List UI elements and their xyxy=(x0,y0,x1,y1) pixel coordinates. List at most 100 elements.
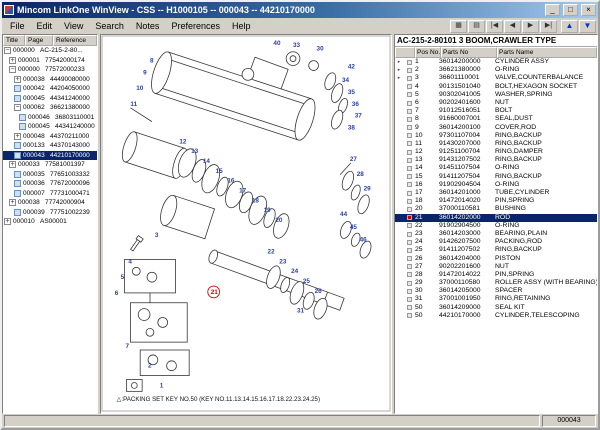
close-button[interactable]: × xyxy=(581,4,596,16)
parts-row[interactable]: ▸136014200000CYLINDER ASSY xyxy=(395,58,597,66)
parts-row[interactable]: 3036014205000SPACER xyxy=(395,287,597,295)
item-checkbox[interactable] xyxy=(407,215,412,220)
title-bar[interactable]: Mincom LinkOne WinView - CSS -- H1000105… xyxy=(2,2,598,18)
collapse-icon[interactable]: − xyxy=(14,104,21,111)
item-checkbox[interactable] xyxy=(407,60,412,65)
parts-column-no[interactable]: Parts No xyxy=(441,47,497,58)
callout-12[interactable]: 12 xyxy=(179,138,187,145)
expand-icon[interactable]: + xyxy=(14,133,21,140)
item-checkbox[interactable] xyxy=(407,207,412,212)
parts-row[interactable]: ▸336601110001VALVE,COUNTERBALANCE xyxy=(395,74,597,82)
parts-row[interactable]: 2291902904500O-RING xyxy=(395,222,597,230)
item-checkbox[interactable] xyxy=(407,84,412,89)
parts-row[interactable]: 690202401600NUT xyxy=(395,99,597,107)
item-checkbox[interactable] xyxy=(407,166,412,171)
tree-item[interactable]: +00003377581001397 xyxy=(3,160,97,170)
last-page-icon[interactable]: ▶| xyxy=(540,20,557,33)
book-icon[interactable]: ▤ xyxy=(468,20,485,33)
callout-27[interactable]: 27 xyxy=(350,156,358,163)
collapse-icon[interactable]: − xyxy=(9,66,16,73)
menu-file[interactable]: File xyxy=(4,20,31,32)
parts-row[interactable]: 2937000110580ROLLER ASSY (WITH BEARING)A… xyxy=(395,279,597,287)
item-checkbox[interactable] xyxy=(407,150,412,155)
tree-item[interactable]: 00004544341240000 xyxy=(3,122,97,132)
tree-item[interactable]: +00003844490080000 xyxy=(3,75,97,85)
tree-item[interactable]: +00000177542000174 xyxy=(3,56,97,66)
callout-6[interactable]: 6 xyxy=(115,290,119,297)
callout-34[interactable]: 34 xyxy=(342,77,350,84)
prev-page-icon[interactable]: ◀ xyxy=(504,20,521,33)
parts-row[interactable]: 1291251100704RING,DAMPER xyxy=(395,148,597,156)
item-checkbox[interactable] xyxy=(407,240,412,245)
callout-40[interactable]: 40 xyxy=(273,40,281,47)
callout-7[interactable]: 7 xyxy=(125,343,129,350)
catalog-grid-icon[interactable]: ▦ xyxy=(450,20,467,33)
item-checkbox[interactable] xyxy=(407,232,412,237)
parts-row[interactable]: 1391431207502RING,BACKUP xyxy=(395,156,597,164)
parts-row[interactable]: 1891472014020PIN,SPRING xyxy=(395,197,597,205)
tree-item[interactable]: 00000777731000471 xyxy=(3,189,97,199)
callout-29[interactable]: 29 xyxy=(364,186,372,193)
parts-row[interactable]: 2336014203000BEARING,PLAIN xyxy=(395,230,597,238)
menu-help[interactable]: Help xyxy=(226,20,257,32)
callout-23[interactable]: 23 xyxy=(279,258,287,265)
callout-8[interactable]: 8 xyxy=(150,58,154,65)
expand-icon[interactable]: + xyxy=(9,57,16,64)
item-checkbox[interactable] xyxy=(407,313,412,318)
parts-row[interactable]: 490131501040BOLT,HEXAGON SOCKET xyxy=(395,83,597,91)
item-checkbox[interactable] xyxy=(407,158,412,163)
callout-18[interactable]: 18 xyxy=(252,197,260,204)
parts-column-marker[interactable] xyxy=(395,47,415,58)
callout-9[interactable]: 9 xyxy=(143,69,147,76)
callout-20[interactable]: 20 xyxy=(275,217,283,224)
parts-row[interactable]: 2790202201600NUT xyxy=(395,263,597,271)
parts-row[interactable]: 1191430207000RING,BACKUP xyxy=(395,140,597,148)
callout-35[interactable]: 35 xyxy=(348,89,356,96)
callout-16[interactable]: 16 xyxy=(227,178,235,185)
tree-item[interactable]: 00004344210170000 xyxy=(3,151,97,161)
callout-14[interactable]: 14 xyxy=(203,158,211,165)
tree-item[interactable]: 00004244204050000 xyxy=(3,84,97,94)
expand-icon[interactable]: + xyxy=(4,218,11,225)
tree-item[interactable]: +000010AS00001 xyxy=(3,217,97,227)
callout-13[interactable]: 13 xyxy=(191,148,199,155)
minimize-button[interactable]: _ xyxy=(545,4,560,16)
tree-column-page[interactable]: Page xyxy=(25,35,53,46)
tree-item[interactable]: −000000AC-215-2-80... xyxy=(3,46,97,56)
item-checkbox[interactable] xyxy=(407,68,412,73)
tree-item[interactable]: +00004844370211000 xyxy=(3,132,97,142)
tree-item[interactable]: −00006236621380000 xyxy=(3,103,97,113)
tree-column-title[interactable]: Title xyxy=(3,35,25,46)
parts-column-pos[interactable]: Pos No. xyxy=(415,47,441,58)
item-checkbox[interactable] xyxy=(407,256,412,261)
item-checkbox[interactable] xyxy=(407,76,412,81)
item-checkbox[interactable] xyxy=(407,297,412,302)
callout-11[interactable]: 11 xyxy=(130,101,137,108)
selected-callout-21[interactable]: 21 xyxy=(211,289,219,296)
callout-45[interactable]: 45 xyxy=(350,224,358,231)
parts-row[interactable]: 3137001001950RING,RETAINING xyxy=(395,295,597,303)
first-page-icon[interactable]: |◀ xyxy=(486,20,503,33)
callout-38[interactable]: 38 xyxy=(348,124,356,131)
callout-1[interactable]: 1 xyxy=(160,382,164,389)
item-checkbox[interactable] xyxy=(407,248,412,253)
callout-44[interactable]: 44 xyxy=(340,211,348,218)
parts-row[interactable]: 2037000110581BUSHING xyxy=(395,205,597,213)
callout-46[interactable]: 46 xyxy=(360,237,368,244)
parts-row[interactable]: ▸236621380000O-RING xyxy=(395,66,597,74)
parts-row[interactable]: 891660007001SEAL,DUST xyxy=(395,115,597,123)
callout-36[interactable]: 36 xyxy=(352,101,360,108)
parts-row[interactable]: 1736014201000TUBE,CYLINDER xyxy=(395,189,597,197)
callout-17[interactable]: 17 xyxy=(239,187,247,194)
tree-item[interactable]: 00003577651003332 xyxy=(3,170,97,180)
callout-10[interactable]: 10 xyxy=(136,85,144,92)
maximize-button[interactable]: □ xyxy=(563,4,578,16)
tree-item[interactable]: 00004636803110001 xyxy=(3,113,97,123)
item-checkbox[interactable] xyxy=(407,109,412,114)
callout-2[interactable]: 2 xyxy=(148,363,152,370)
tree-item[interactable]: +00003877742000904 xyxy=(3,198,97,208)
parts-row[interactable]: 936014200100COVER,ROD xyxy=(395,124,597,132)
parts-row[interactable]: 2136014202000ROD xyxy=(395,214,597,222)
parts-row[interactable]: 2591411207502RING,BACKUP xyxy=(395,246,597,254)
expand-icon[interactable]: + xyxy=(9,199,16,206)
